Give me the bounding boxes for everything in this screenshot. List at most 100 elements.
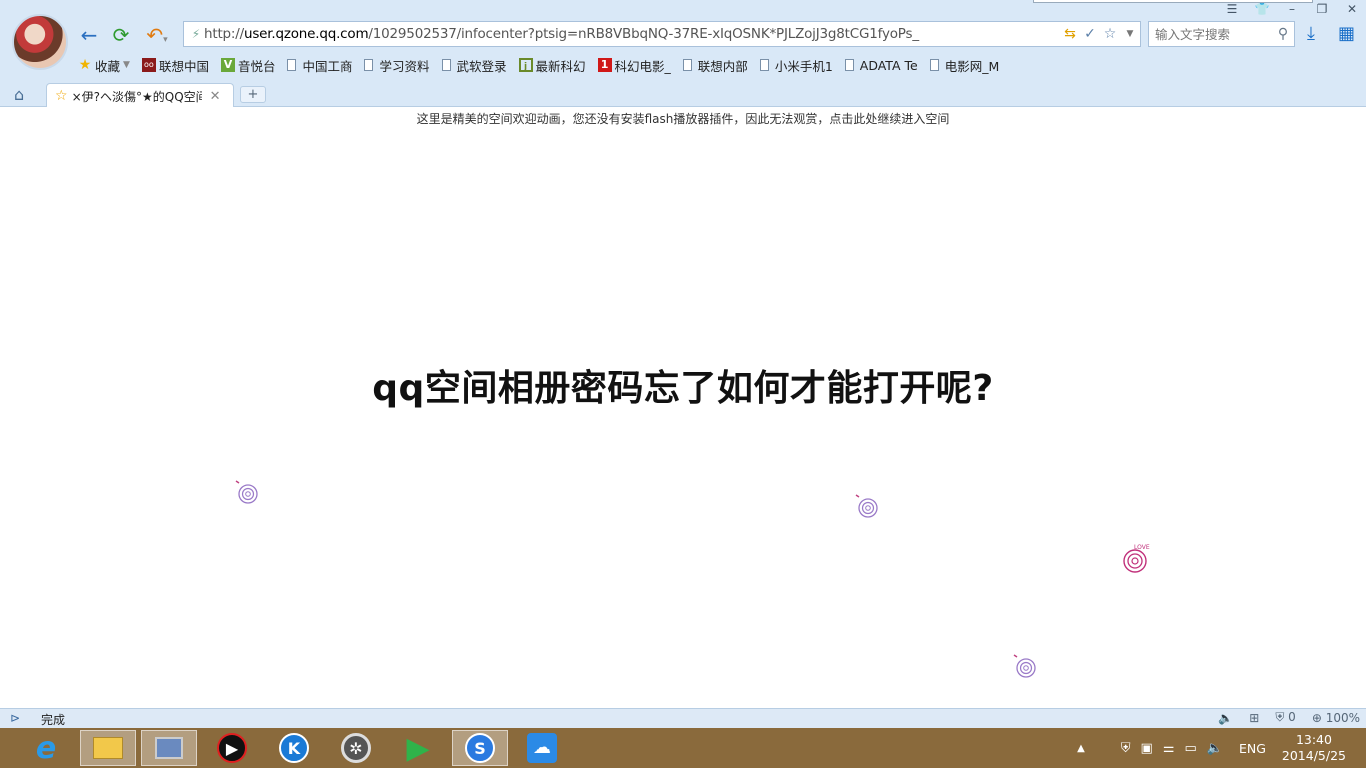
chevron-down-icon: ▼ (123, 60, 130, 70)
usb-icon[interactable]: ▣ (1141, 741, 1153, 756)
star-icon: ★ (78, 57, 92, 73)
shield-check-icon[interactable]: ✓ (1080, 26, 1100, 42)
search-input[interactable] (1155, 26, 1272, 42)
url-host: user.qzone.qq.com (243, 26, 369, 42)
bookmark-label: 电影网_M (944, 58, 1000, 74)
home-icon[interactable]: ⌂ (14, 85, 24, 104)
tray-expand-icon[interactable]: ▲ (1077, 743, 1085, 754)
search-icon[interactable]: ⚲ (1272, 26, 1294, 42)
star-icon: ☆ (55, 88, 68, 104)
bookmark-item[interactable]: 电影网_M (929, 56, 1000, 75)
address-dropdown-icon[interactable]: ▼ (1120, 29, 1140, 39)
bookmark-label: 最新科幻 (535, 58, 586, 74)
computer-icon (155, 737, 183, 759)
browser-chrome: ☰ 👕 – ❐ ✕ ← ⟳ ↶▾ ⚡ http://user.qzone.qq.… (0, 0, 1366, 108)
bookmark-label: 小米手机1 (774, 58, 833, 74)
taskbar-computer[interactable] (141, 730, 197, 766)
taskbar-sogou[interactable]: S (452, 730, 508, 766)
close-icon[interactable]: ✕ (210, 89, 221, 104)
speaker-icon[interactable]: 🔈 (1207, 741, 1223, 756)
compat-mode-icon[interactable]: ⇆ (1060, 26, 1080, 42)
bookmark-item[interactable]: 学习资料 (364, 56, 430, 75)
close-window-icon[interactable]: ✕ (1344, 1, 1360, 17)
page-content: 这里是精美的空间欢迎动画，您还没有安装flash播放器插件，因此无法观赏，点击此… (0, 107, 1366, 708)
green-page-icon: j (518, 58, 533, 72)
bookmark-item[interactable]: oo 联想中国 (141, 56, 209, 75)
bookmark-item[interactable]: V 音悦台 (220, 56, 276, 75)
sidebar-toggle-icon[interactable]: ⊳ (10, 711, 20, 725)
page-icon (441, 59, 451, 71)
taskbar-kugou[interactable]: K (266, 730, 322, 766)
page-icon (364, 59, 374, 71)
skin-icon[interactable]: 👕 (1254, 1, 1270, 17)
address-bar[interactable]: ⚡ http://user.qzone.qq.com/1029502537/in… (183, 21, 1141, 47)
bookmark-item[interactable]: 小米手机1 (759, 56, 833, 75)
toolbox-icon[interactable]: ⊞ (1249, 711, 1259, 725)
folder-icon (93, 737, 123, 759)
ad-block-icon[interactable]: ⛨ 0 (1275, 710, 1295, 725)
red-page-icon: 1 (597, 58, 612, 72)
lenovo-icon: oo (141, 58, 156, 72)
rose-icon (235, 480, 258, 504)
taskbar-ie[interactable]: e (18, 730, 74, 766)
kugou-icon: K (279, 733, 309, 763)
url-prefix: http:// (204, 26, 244, 42)
bookmark-label: 收藏 (95, 58, 121, 74)
bookmark-label: 联想中国 (158, 58, 209, 74)
taskbar-baidu-cloud[interactable]: ☁ (514, 730, 570, 766)
bookmarks-bar: ★ 收藏 ▼ oo 联想中国 V 音悦台 中国工商 学习资料 武软登录 j 最新… (78, 55, 1011, 75)
bookmark-favorites[interactable]: ★ 收藏 ▼ (78, 56, 130, 75)
flash-notice-link[interactable]: 这里是精美的空间欢迎动画，您还没有安装flash播放器插件，因此无法观赏，点击此… (0, 110, 1366, 127)
clock-date: 2014/5/25 (1281, 748, 1346, 763)
user-avatar[interactable] (12, 14, 68, 70)
bookmark-item[interactable]: 联想内部 (682, 56, 748, 75)
favorite-star-icon[interactable]: ☆ (1100, 26, 1120, 42)
taskbar-player[interactable]: ▶ (204, 730, 260, 766)
bookmark-label: 音悦台 (237, 58, 276, 74)
url-text[interactable]: http://user.qzone.qq.com/1029502537/info… (204, 26, 1060, 42)
taskbar-iqiyi[interactable]: ▶ (390, 730, 446, 766)
page-icon (929, 59, 939, 71)
ad-block-count: 0 (1288, 710, 1296, 724)
bookmark-item[interactable]: 1 科幻电影_ (597, 56, 671, 75)
bookmark-label: 科幻电影_ (614, 58, 671, 74)
video-player-icon: ▶ (217, 733, 247, 763)
language-indicator[interactable]: ENG (1239, 741, 1266, 756)
page-icon (682, 59, 692, 71)
love-rose-icon: LOVE (1123, 544, 1150, 573)
status-bar: ⊳ 完成 🔈 ⊞ ⛨ 0 ⊕ 100% (0, 708, 1366, 728)
page-icon (844, 59, 854, 71)
shield-icon[interactable]: ⛨ (1121, 741, 1131, 756)
network-adapter-icon[interactable]: ⚌ (1163, 741, 1175, 756)
undo-close-icon[interactable]: ↶▾ (142, 24, 172, 46)
internet-explorer-icon: e (35, 730, 57, 766)
bookmark-label: 学习资料 (379, 58, 430, 74)
bookmark-item[interactable]: 武软登录 (441, 56, 507, 75)
status-text: 完成 (41, 713, 66, 727)
volume-icon[interactable]: 🔈 (1218, 711, 1233, 725)
zoom-control[interactable]: ⊕ 100% (1312, 711, 1360, 725)
bookmark-item[interactable]: ADATA Te (844, 58, 918, 73)
bookmark-item[interactable]: j 最新科幻 (518, 56, 586, 75)
search-box[interactable]: ⚲ (1148, 21, 1295, 47)
menu-icon[interactable]: ☰ (1224, 1, 1240, 17)
restore-icon[interactable]: ❐ (1314, 1, 1330, 17)
new-tab-button[interactable]: + (240, 86, 266, 103)
taskbar-media[interactable]: ✲ (328, 730, 384, 766)
rose-icon (1013, 654, 1036, 678)
tab-qzone[interactable]: ☆ ×伊?ヘ淡傷°★的QQ空间 ✕ (46, 83, 234, 108)
tab-strip: ⌂ ☆ ×伊?ヘ淡傷°★的QQ空间 ✕ + (0, 82, 1366, 108)
clock-time: 13:40 (1295, 732, 1332, 747)
lightning-icon: ⚡ (191, 27, 201, 41)
zoom-level: 100% (1325, 710, 1360, 725)
clock[interactable]: 13:40 2014/5/25 (1282, 732, 1346, 764)
back-arrow-icon[interactable]: ← (78, 24, 100, 46)
film-reel-icon: ✲ (341, 733, 371, 763)
download-icon[interactable]: ⤓ (1307, 23, 1315, 44)
bookmark-item[interactable]: 中国工商 (287, 56, 352, 75)
taskbar-explorer[interactable] (80, 730, 136, 766)
apps-grid-icon[interactable]: ▦ (1338, 23, 1355, 44)
minimize-icon[interactable]: – (1284, 1, 1300, 17)
refresh-icon[interactable]: ⟳ (110, 24, 132, 46)
display-icon[interactable]: ▭ (1184, 741, 1196, 756)
